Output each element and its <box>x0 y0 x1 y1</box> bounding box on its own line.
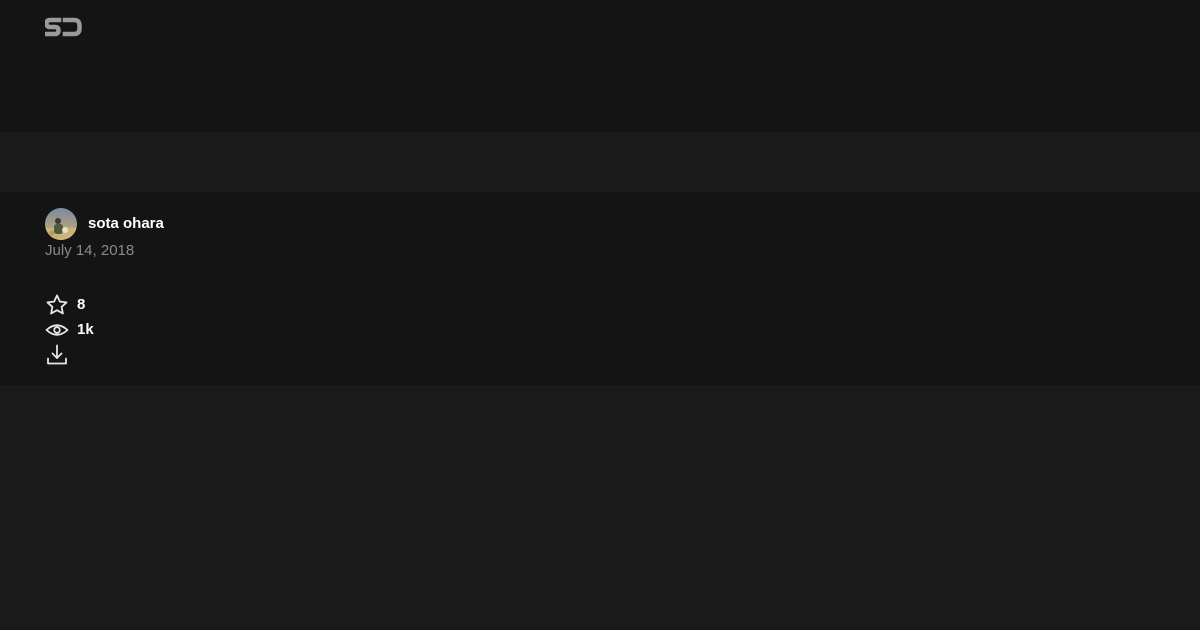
page-background <box>0 385 1200 630</box>
post-info-panel: sota ohara July 14, 2018 8 1k <box>0 192 1200 385</box>
download-icon[interactable] <box>45 343 69 367</box>
author-name[interactable]: sota ohara <box>88 208 164 240</box>
author-link[interactable]: sota ohara <box>45 208 164 240</box>
views-stat: 1k <box>45 318 94 342</box>
site-header <box>0 0 1200 132</box>
sj-logo-icon[interactable] <box>44 16 82 40</box>
page: sota ohara July 14, 2018 8 1k <box>0 0 1200 630</box>
post-date: July 14, 2018 <box>45 242 135 259</box>
download-button[interactable] <box>45 343 69 367</box>
star-icon[interactable] <box>45 293 69 317</box>
stars-stat[interactable]: 8 <box>45 293 85 317</box>
eye-icon <box>45 318 69 342</box>
stars-count: 8 <box>77 296 86 313</box>
views-count: 1k <box>77 321 94 338</box>
content-band <box>0 132 1200 192</box>
avatar[interactable] <box>45 208 77 240</box>
